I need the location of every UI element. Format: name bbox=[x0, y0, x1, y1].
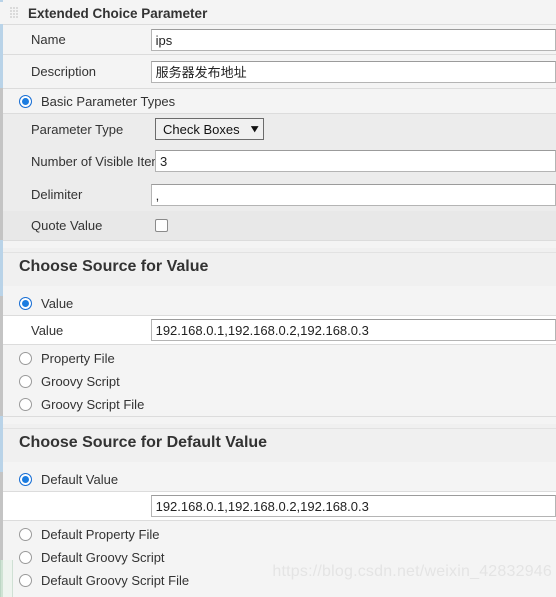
parameter-type-label: Parameter Type bbox=[31, 121, 124, 137]
radio-default-groovy-script-file[interactable]: Default Groovy Script File bbox=[3, 569, 556, 592]
parameter-type-selected-value: Check Boxes bbox=[163, 121, 240, 137]
default-groovy-script-file-radio-icon[interactable] bbox=[19, 574, 32, 587]
description-input[interactable]: 服务器发布地址 bbox=[150, 60, 556, 83]
row-description: Description 服务器发布地址 bbox=[3, 54, 556, 88]
extended-choice-parameter-panel: Extended Choice Parameter Name ips Descr… bbox=[0, 0, 556, 597]
radio-source-groovy-script[interactable]: Groovy Script bbox=[3, 370, 556, 393]
source-groovy-script-label: Groovy Script bbox=[41, 374, 120, 389]
panel-title: Extended Choice Parameter bbox=[28, 5, 208, 21]
source-property-file-radio-icon[interactable] bbox=[19, 351, 32, 365]
divider-value-heading-top bbox=[3, 252, 556, 253]
source-groovy-script-file-radio-icon[interactable] bbox=[19, 398, 32, 411]
heading-choose-source-for-value: Choose Source for Value bbox=[3, 248, 556, 286]
source-value-label: Value bbox=[41, 296, 74, 311]
basic-parameter-types-radio-icon[interactable] bbox=[19, 94, 32, 108]
default-groovy-script-label: Default Groovy Script bbox=[41, 550, 165, 565]
value-input[interactable]: 192.168.0.1,192.168.0.2,192.168.0.3 bbox=[150, 319, 556, 341]
delimiter-label: Delimiter bbox=[31, 187, 83, 202]
row-visible-items: Number of Visible Items 3 bbox=[3, 144, 556, 178]
visible-items-input[interactable]: 3 bbox=[155, 150, 556, 172]
source-groovy-script-file-label: Groovy Script File bbox=[41, 397, 145, 412]
name-label: Name bbox=[31, 32, 66, 47]
radio-source-property-file[interactable]: Property File bbox=[3, 346, 556, 370]
row-value-input: Value 192.168.0.1,192.168.0.2,192.168.0.… bbox=[3, 315, 556, 345]
delimiter-input[interactable]: , bbox=[150, 183, 556, 206]
radio-source-value[interactable]: Value bbox=[3, 292, 556, 315]
row-default-value-input: 192.168.0.1,192.168.0.2,192.168.0.3 bbox=[3, 491, 556, 521]
quote-value-checkbox[interactable] bbox=[155, 219, 168, 232]
quote-value-label: Quote Value bbox=[31, 218, 103, 233]
default-property-file-label: Default Property File bbox=[41, 526, 160, 542]
divider-default-heading-top bbox=[3, 428, 556, 429]
default-groovy-script-file-label: Default Groovy Script File bbox=[41, 573, 190, 588]
default-value-label: Default Value bbox=[41, 472, 119, 487]
visible-items-label: Number of Visible Items bbox=[31, 153, 169, 169]
parameter-type-select[interactable]: Check Boxes ▾ bbox=[155, 118, 265, 140]
basic-parameter-types-label: Basic Parameter Types bbox=[41, 93, 176, 109]
row-delimiter: Delimiter , bbox=[3, 178, 556, 211]
radio-default-groovy-script[interactable]: Default Groovy Script bbox=[3, 546, 556, 569]
heading-choose-source-for-default-value: Choose Source for Default Value bbox=[3, 424, 556, 462]
value-label: Value bbox=[31, 322, 64, 338]
panel-header: Extended Choice Parameter bbox=[0, 2, 556, 24]
chevron-down-icon: ▾ bbox=[250, 122, 258, 135]
radio-basic-parameter-types[interactable]: Basic Parameter Types bbox=[3, 89, 556, 113]
divider-value-section bbox=[3, 240, 556, 241]
choose-source-for-value-title: Choose Source for Value bbox=[19, 258, 209, 275]
default-groovy-script-radio-icon[interactable] bbox=[19, 551, 32, 564]
divider-default-section bbox=[3, 416, 556, 417]
choose-source-for-default-value-title: Choose Source for Default Value bbox=[19, 434, 268, 451]
default-value-radio-icon[interactable] bbox=[19, 473, 32, 486]
row-quote-value: Quote Value bbox=[3, 211, 556, 240]
radio-source-groovy-script-file[interactable]: Groovy Script File bbox=[3, 393, 556, 416]
source-value-radio-icon[interactable] bbox=[19, 297, 32, 310]
drag-grid-icon[interactable] bbox=[10, 7, 20, 19]
row-name: Name ips bbox=[3, 24, 556, 54]
radio-default-value[interactable]: Default Value bbox=[3, 468, 556, 491]
default-property-file-radio-icon[interactable] bbox=[19, 527, 32, 541]
source-groovy-script-radio-icon[interactable] bbox=[19, 375, 32, 388]
description-label: Description bbox=[31, 64, 97, 79]
source-property-file-label: Property File bbox=[41, 350, 115, 366]
radio-default-property-file[interactable]: Default Property File bbox=[3, 522, 556, 546]
row-parameter-type: Parameter Type Check Boxes ▾ bbox=[3, 113, 556, 144]
default-value-input[interactable]: 192.168.0.1,192.168.0.2,192.168.0.3 bbox=[150, 495, 556, 517]
name-input[interactable]: ips bbox=[150, 28, 556, 51]
